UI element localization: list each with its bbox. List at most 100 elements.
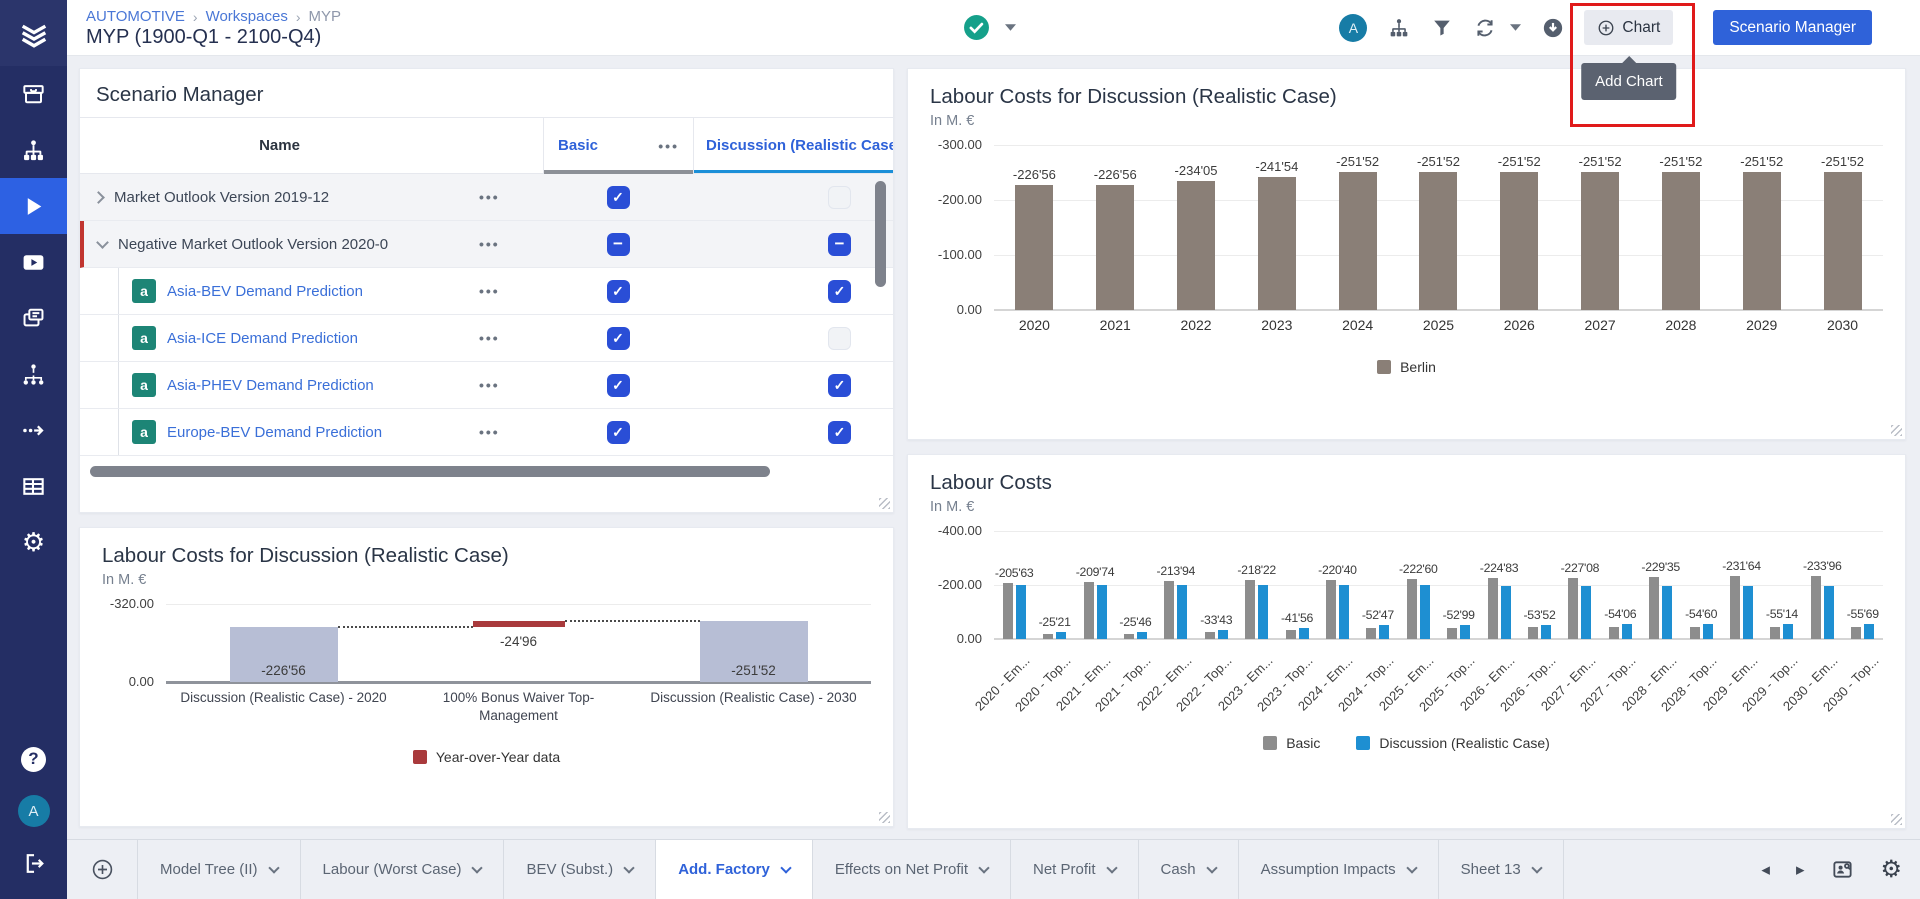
expand-icon[interactable] — [92, 191, 105, 204]
bar-2025[interactable] — [1419, 172, 1457, 310]
basic-checkbox-checked[interactable]: ✓ — [607, 186, 630, 209]
row-menu-button[interactable]: ••• — [479, 189, 543, 205]
bar-2021[interactable] — [1096, 185, 1134, 310]
sidebar-item-help[interactable]: ? — [0, 733, 67, 785]
discussion-checkbox-unchecked[interactable] — [828, 186, 851, 209]
bar-2025-top-basic[interactable] — [1447, 628, 1457, 639]
bar-2028-top-basic[interactable] — [1690, 627, 1700, 639]
add-chart-button[interactable]: Chart — [1584, 10, 1673, 45]
row-menu-button[interactable]: ••• — [479, 283, 543, 299]
bar-2026-em-basic[interactable] — [1488, 578, 1498, 639]
row-menu-button[interactable]: ••• — [479, 330, 543, 346]
add-sheet-button[interactable] — [67, 840, 137, 899]
bar-2030[interactable] — [1824, 172, 1862, 310]
bar-2030-top-discussion-realistic-case[interactable] — [1864, 624, 1874, 639]
bar-2020[interactable] — [1015, 185, 1053, 310]
bar-2026-em-discussion-realistic-case[interactable] — [1501, 586, 1511, 639]
resize-grip[interactable] — [1891, 425, 1902, 436]
bar-2024-em-discussion-realistic-case[interactable] — [1339, 585, 1349, 639]
bar-2024-top-discussion-realistic-case[interactable] — [1379, 625, 1389, 639]
bar-2027[interactable] — [1581, 172, 1619, 310]
sitemap-icon[interactable] — [1387, 16, 1410, 39]
tab-cash[interactable]: Cash — [1138, 840, 1238, 899]
basic-checkbox-checked[interactable]: ✓ — [607, 374, 630, 397]
settings-gear-icon[interactable]: ⚙ — [1880, 858, 1902, 882]
bar-2021-em-basic[interactable] — [1084, 582, 1094, 639]
bar-2026[interactable] — [1500, 172, 1538, 310]
row-menu-button[interactable]: ••• — [479, 377, 543, 393]
horizontal-scrollbar[interactable] — [90, 466, 770, 477]
filter-icon[interactable] — [1430, 16, 1453, 39]
bar-2025-em-discussion-realistic-case[interactable] — [1420, 585, 1430, 639]
bar-2030-em-basic[interactable] — [1811, 576, 1821, 639]
tabs-scroll-right-button[interactable]: ▸ — [1796, 860, 1805, 880]
tab-net-profit[interactable]: Net Profit — [1010, 840, 1138, 899]
bar-2022-top-basic[interactable] — [1205, 632, 1215, 639]
bar-2022[interactable] — [1177, 181, 1215, 310]
avatar[interactable]: A — [1339, 14, 1367, 42]
bar-2020-em-basic[interactable] — [1003, 583, 1013, 639]
bar-2030-top-basic[interactable] — [1851, 627, 1861, 639]
scenario-name[interactable]: Asia-BEV Demand Prediction — [167, 283, 363, 300]
bar-2030-em-discussion-realistic-case[interactable] — [1824, 586, 1834, 639]
resize-grip[interactable] — [1891, 814, 1902, 825]
sidebar-item-play[interactable] — [0, 178, 67, 234]
bar-2027-top-basic[interactable] — [1609, 627, 1619, 639]
bar-2027-top-discussion-realistic-case[interactable] — [1622, 624, 1632, 639]
sidebar-item-slides[interactable] — [0, 290, 67, 346]
tab-labour-worst-case[interactable]: Labour (Worst Case) — [300, 840, 504, 899]
discussion-checkbox-checked[interactable]: ✓ — [828, 280, 851, 303]
bar-2024-top-basic[interactable] — [1366, 628, 1376, 639]
basic-checkbox-mixed[interactable]: − — [607, 233, 630, 256]
sidebar-item-flow-arrow[interactable] — [0, 402, 67, 458]
row-menu-button[interactable]: ••• — [479, 236, 543, 252]
bar-2023-top-discussion-realistic-case[interactable] — [1299, 628, 1309, 639]
status-ok-icon[interactable] — [963, 14, 990, 41]
bar-2027-em-discussion-realistic-case[interactable] — [1581, 586, 1591, 639]
tabs-scroll-left-button[interactable]: ◂ — [1761, 860, 1770, 880]
scenario-manager-button[interactable]: Scenario Manager — [1713, 10, 1872, 45]
chevron-down-icon[interactable] — [1510, 24, 1521, 31]
refresh-icon[interactable] — [1473, 16, 1496, 39]
basic-checkbox-checked[interactable]: ✓ — [607, 421, 630, 444]
bar-2025-em-basic[interactable] — [1407, 579, 1417, 639]
app-logo[interactable] — [0, 0, 67, 66]
sidebar-item-gear[interactable]: ⚙ — [0, 514, 67, 570]
history-icon[interactable] — [1541, 16, 1564, 39]
basic-checkbox-checked[interactable]: ✓ — [607, 327, 630, 350]
breadcrumb-item-automotive[interactable]: AUTOMOTIVE — [86, 8, 185, 25]
discussion-column-link[interactable]: Discussion (Realistic Case) — [706, 137, 893, 154]
discussion-checkbox-checked[interactable]: ✓ — [828, 421, 851, 444]
bar-2029-top-discussion-realistic-case[interactable] — [1783, 624, 1793, 639]
bar-2029-em-basic[interactable] — [1730, 576, 1740, 639]
collapse-icon[interactable] — [96, 236, 109, 249]
bar-2028-top-discussion-realistic-case[interactable] — [1703, 624, 1713, 639]
bar-2029-em-discussion-realistic-case[interactable] — [1743, 586, 1753, 639]
sidebar-item-table[interactable] — [0, 458, 67, 514]
tab-bev-subst[interactable]: BEV (Subst.) — [503, 840, 655, 899]
tab-add-factory[interactable]: Add. Factory — [655, 840, 812, 899]
scenario-name[interactable]: Europe-BEV Demand Prediction — [167, 424, 382, 441]
bar-2026-top-discussion-realistic-case[interactable] — [1541, 625, 1551, 639]
user-tray-icon[interactable] — [1830, 858, 1854, 882]
bar-2028-em-basic[interactable] — [1649, 577, 1659, 639]
resize-grip[interactable] — [879, 498, 890, 509]
bar-2024[interactable] — [1339, 172, 1377, 310]
sidebar-item-sitemap[interactable] — [0, 122, 67, 178]
sidebar-item-archive[interactable] — [0, 66, 67, 122]
bar-2028-em-discussion-realistic-case[interactable] — [1662, 586, 1672, 639]
bar-2026-top-basic[interactable] — [1528, 627, 1538, 639]
tab-assumption-impacts[interactable]: Assumption Impacts — [1238, 840, 1438, 899]
bar-2022-em-discussion-realistic-case[interactable] — [1177, 585, 1187, 639]
resize-grip[interactable] — [879, 812, 890, 823]
bar-2029[interactable] — [1743, 172, 1781, 310]
bar-2022-top-discussion-realistic-case[interactable] — [1218, 630, 1228, 639]
sidebar-item-video[interactable] — [0, 234, 67, 290]
bar-2028[interactable] — [1662, 172, 1700, 310]
bar-2022-em-basic[interactable] — [1164, 581, 1174, 639]
bar-2021-top-discussion-realistic-case[interactable] — [1137, 632, 1147, 639]
bar-2024-em-basic[interactable] — [1326, 580, 1336, 640]
bar-2027-em-basic[interactable] — [1568, 578, 1578, 639]
bar-2020-top-basic[interactable] — [1043, 634, 1053, 639]
bar-2020-top-discussion-realistic-case[interactable] — [1056, 632, 1066, 639]
